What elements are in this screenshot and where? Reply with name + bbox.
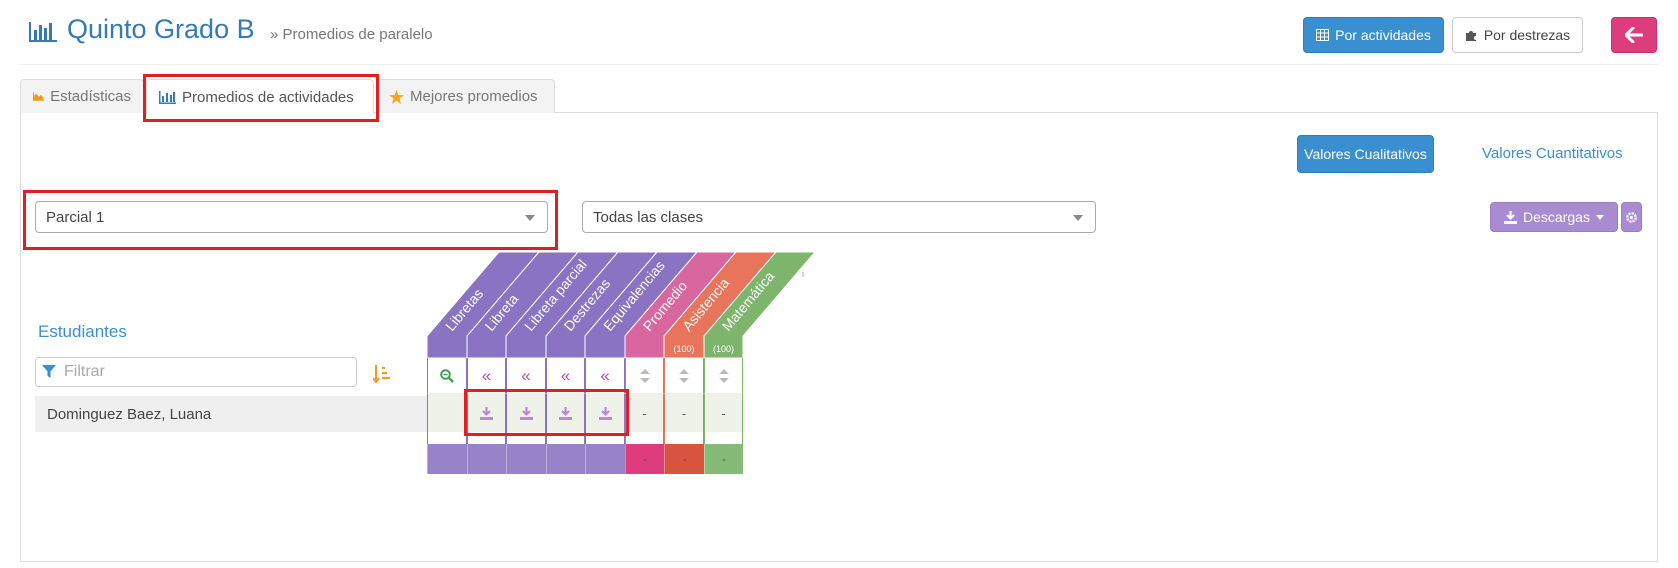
grade-cell bbox=[427, 394, 467, 432]
downloads-label: Descargas bbox=[1523, 209, 1590, 225]
chevron-down-icon bbox=[1073, 215, 1083, 221]
download-icon bbox=[1504, 210, 1518, 224]
puzzle-icon bbox=[1465, 30, 1476, 41]
by-skills-label: Por destrezas bbox=[1483, 27, 1571, 43]
download-icon[interactable] bbox=[467, 394, 506, 432]
column-header-equivalencias[interactable]: Equivalencias bbox=[584, 251, 699, 359]
footer-cell bbox=[467, 444, 506, 474]
tab-activity-averages[interactable]: Promedios de actividades bbox=[146, 79, 374, 114]
star-icon bbox=[389, 89, 404, 104]
collapse-icon[interactable]: « bbox=[467, 358, 506, 394]
students-heading: Estudiantes bbox=[38, 322, 127, 341]
footer-cell bbox=[427, 444, 467, 474]
period-select[interactable]: Parcial 1 bbox=[35, 201, 548, 233]
by-activities-button[interactable]: Por actividades bbox=[1303, 17, 1444, 53]
page-subtitle: » Promedios de paralelo bbox=[270, 26, 433, 43]
footer-cell bbox=[506, 444, 546, 474]
student-filter-input[interactable]: Filtrar bbox=[35, 357, 357, 387]
footer-cell: - bbox=[664, 444, 704, 474]
svg-text:i: i bbox=[802, 269, 804, 279]
download-icon[interactable] bbox=[546, 394, 585, 432]
arrow-left-icon bbox=[1625, 27, 1643, 43]
filter-placeholder: Filtrar bbox=[64, 363, 105, 380]
column-header-sublabel: (100) bbox=[713, 344, 734, 354]
quantitative-values-link[interactable]: Valores Cuantitativos bbox=[1482, 145, 1623, 162]
download-icon[interactable] bbox=[506, 394, 546, 432]
column-header-libreta[interactable]: Libreta bbox=[466, 251, 580, 359]
table-row[interactable]: Dominguez Baez, Luana bbox=[35, 396, 427, 432]
filter-icon bbox=[42, 365, 56, 378]
footer-cell bbox=[585, 444, 625, 474]
sort-icon[interactable] bbox=[664, 358, 704, 394]
column-header-promedio[interactable]: Promedio bbox=[624, 251, 738, 359]
by-activities-label: Por actividades bbox=[1335, 27, 1431, 43]
download-icon[interactable] bbox=[585, 394, 625, 432]
info-icon: i bbox=[797, 268, 809, 280]
back-button[interactable] bbox=[1611, 17, 1657, 53]
bar-chart-icon bbox=[159, 90, 176, 104]
grade-cell: - bbox=[625, 394, 664, 432]
student-name: Dominguez Baez, Luana bbox=[47, 405, 212, 423]
column-header-asistencia[interactable]: Asistencia(100)i bbox=[663, 251, 778, 359]
tab-best-averages[interactable]: Mejores promedios bbox=[376, 79, 555, 113]
column-header-libreta-parcial[interactable]: Libreta parcial bbox=[505, 251, 620, 359]
page-title: Quinto Grado B bbox=[67, 14, 255, 44]
tab-statistics[interactable]: Estadísticas bbox=[20, 79, 144, 113]
grade-cell: - bbox=[704, 394, 743, 432]
column-header-matematica[interactable]: Matemática(100)i bbox=[703, 251, 817, 359]
chevron-down-icon bbox=[525, 215, 535, 221]
footer-cell: - bbox=[625, 444, 664, 474]
classes-select[interactable]: Todas las clases bbox=[582, 201, 1096, 233]
sort-icon[interactable] bbox=[625, 358, 664, 394]
period-select-value: Parcial 1 bbox=[46, 208, 105, 226]
tab-statistics-label: Estadísticas bbox=[50, 88, 131, 105]
caret-down-icon bbox=[1595, 214, 1604, 220]
tab-activity-averages-label: Promedios de actividades bbox=[182, 88, 354, 106]
column-header-libretas[interactable]: Libretas bbox=[426, 251, 541, 359]
column-header-destrezas[interactable]: Destrezas bbox=[545, 251, 659, 359]
downloads-button[interactable]: Descargas bbox=[1490, 202, 1618, 232]
footer-cell bbox=[546, 444, 585, 474]
grade-cell: - bbox=[664, 394, 704, 432]
sort-icon[interactable] bbox=[704, 358, 743, 394]
zoom-icon[interactable] bbox=[427, 358, 467, 394]
qualitative-values-button[interactable]: Valores Cualitativos bbox=[1297, 135, 1434, 173]
bar-chart-icon bbox=[29, 22, 57, 42]
area-chart-icon bbox=[33, 92, 45, 101]
content-panel bbox=[20, 112, 1658, 562]
tab-best-averages-label: Mejores promedios bbox=[410, 88, 538, 105]
table-icon bbox=[1316, 29, 1330, 41]
collapse-icon[interactable]: « bbox=[585, 358, 625, 394]
gear-icon bbox=[1626, 211, 1637, 223]
footer-cell: - bbox=[704, 444, 743, 474]
by-skills-button[interactable]: Por destrezas bbox=[1452, 17, 1583, 53]
collapse-icon[interactable]: « bbox=[546, 358, 585, 394]
qualitative-values-label: Valores Cualitativos bbox=[1304, 146, 1427, 162]
header-divider bbox=[20, 64, 1658, 65]
column-header-sublabel: (100) bbox=[673, 344, 694, 354]
classes-select-value: Todas las clases bbox=[593, 208, 704, 226]
collapse-icon[interactable]: « bbox=[506, 358, 546, 394]
settings-button[interactable] bbox=[1621, 202, 1642, 232]
sort-alpha-icon[interactable] bbox=[373, 365, 390, 383]
